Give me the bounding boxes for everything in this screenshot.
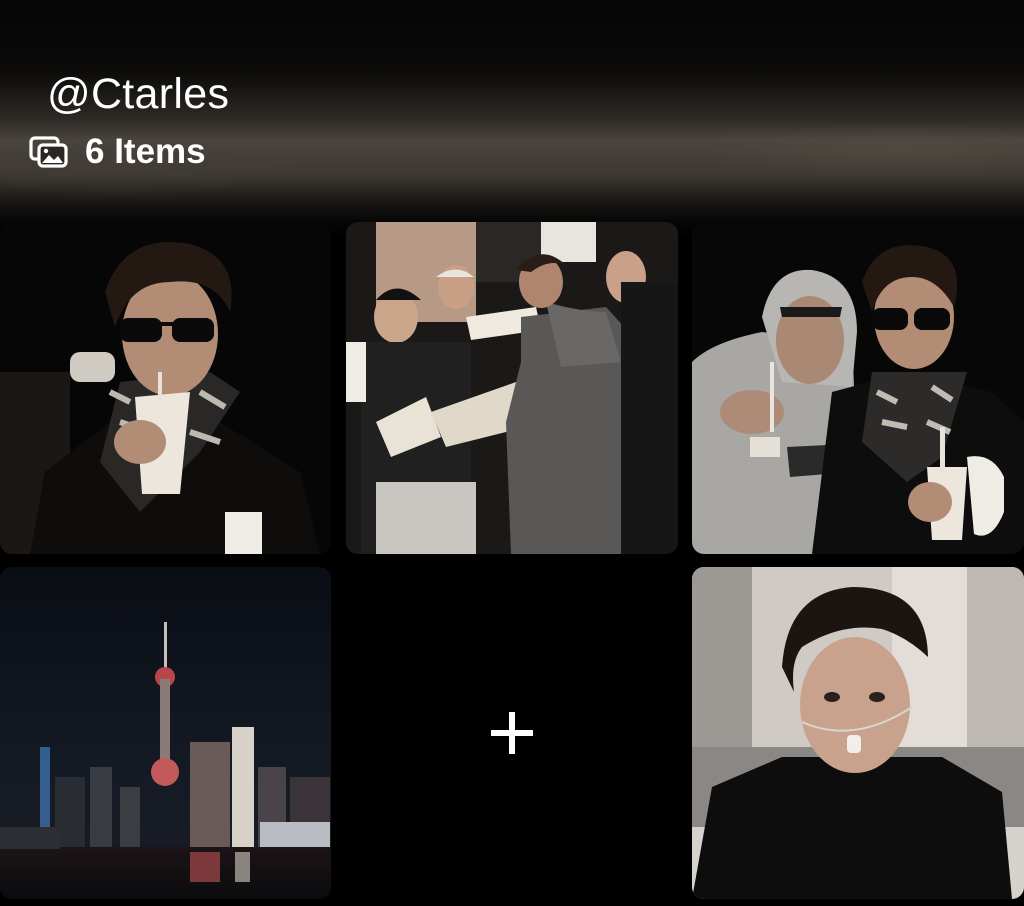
- photo-man-portrait-chain[interactable]: [692, 567, 1024, 899]
- items-count-label: 6 Items: [85, 132, 206, 171]
- photo-image: [346, 222, 678, 554]
- photo-image: [692, 567, 1024, 899]
- plus-icon-wrapper: [346, 567, 678, 899]
- plus-icon: [491, 712, 533, 754]
- gallery-stack-icon: [29, 136, 68, 168]
- profile-handle[interactable]: @Ctarles: [47, 68, 229, 120]
- add-item-tile[interactable]: [346, 567, 678, 899]
- photo-city-skyline-night[interactable]: [0, 567, 331, 899]
- screen: @Ctarles 6 Items: [0, 0, 1024, 906]
- photo-image: [0, 222, 331, 554]
- photo-image: [0, 567, 331, 899]
- photo-two-men-hoodie-sunglasses[interactable]: [692, 222, 1024, 554]
- items-count-row: 6 Items: [29, 130, 206, 174]
- photo-man-sunglasses-drink[interactable]: [0, 222, 331, 554]
- photo-signing-autographs-crowd[interactable]: [346, 222, 678, 554]
- photo-image: [692, 222, 1024, 554]
